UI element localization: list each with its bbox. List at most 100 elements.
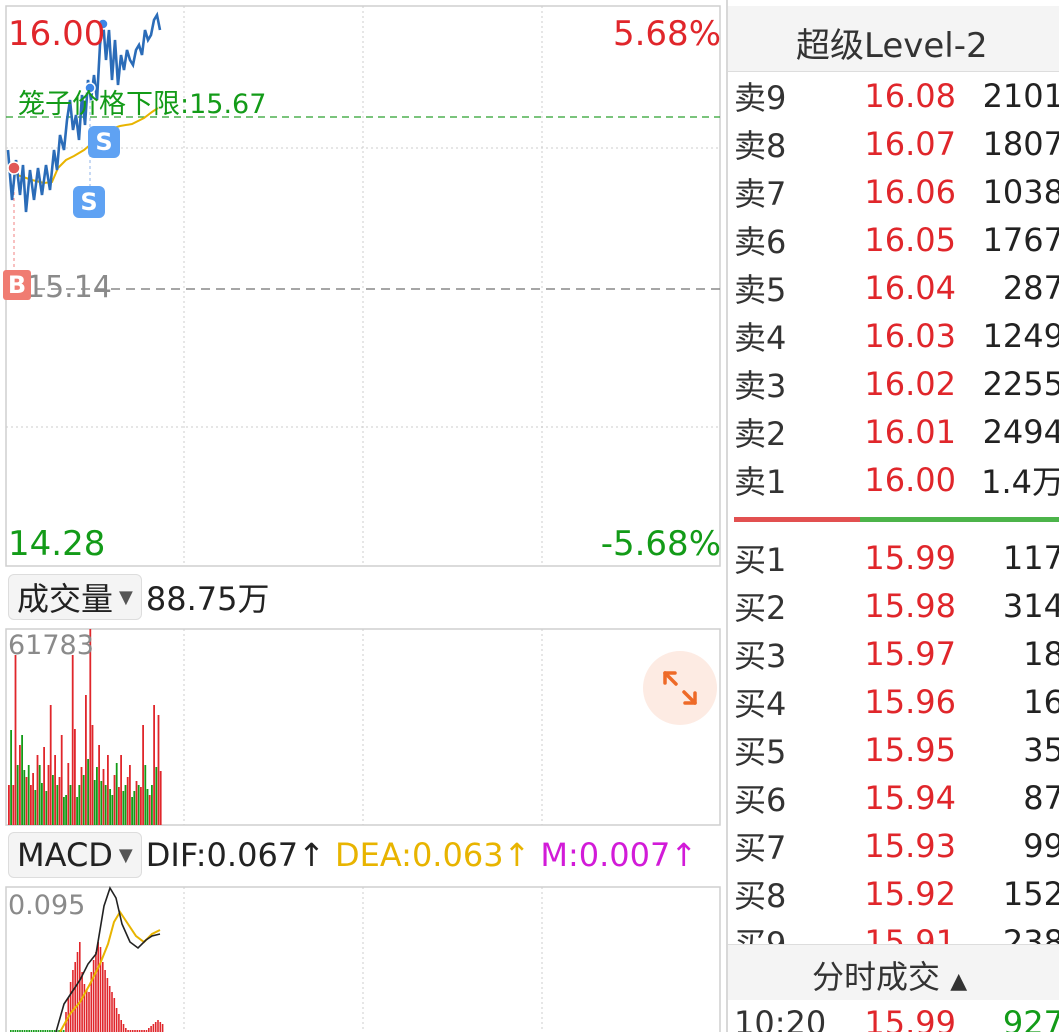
ask-row[interactable]: 卖1 16.00 1.4万 <box>734 456 1059 504</box>
macd-bar <box>69 982 72 1032</box>
volume-bar <box>23 770 26 825</box>
bid-row[interactable]: 买4 15.96 16 <box>734 678 1059 726</box>
ask-level-label: 卖8 <box>734 127 787 165</box>
sell-marker[interactable]: S <box>88 126 120 158</box>
expand-arrows-icon <box>663 671 697 705</box>
tick-qty: 927 <box>1002 1004 1059 1032</box>
volume-chart[interactable] <box>0 626 726 826</box>
macd-max-label: 0.095 <box>8 890 86 921</box>
ask-row[interactable]: 卖8 16.07 1807 <box>734 120 1059 168</box>
collapse-triangle-icon[interactable]: ▲ <box>950 969 967 994</box>
macd-bar <box>72 970 74 1032</box>
ask-quantity: 287 <box>1002 269 1059 307</box>
high-price-label: 16.00 <box>8 14 106 54</box>
volume-bar <box>63 797 65 825</box>
volume-bar <box>135 781 138 825</box>
dif-value: DIF:0.067 <box>145 836 299 874</box>
cage-limit-label: 笼子价格下限:15.67 <box>18 89 267 120</box>
volume-bar <box>122 791 125 825</box>
volume-bar <box>100 781 103 825</box>
macd-chart[interactable] <box>0 884 726 1032</box>
volume-bar <box>49 705 52 825</box>
volume-bar <box>129 765 131 825</box>
macd-bar <box>81 972 83 1032</box>
macd-bar <box>150 1026 152 1032</box>
volume-bar <box>104 785 107 825</box>
bid-row[interactable]: 买1 15.99 117 <box>734 534 1059 582</box>
macd-bar <box>92 960 95 1032</box>
macd-bar <box>76 952 79 1032</box>
m-up-arrow-icon: ↑ <box>670 836 698 874</box>
ask-quantity: 1038 <box>982 173 1059 211</box>
tick-time: 10:20 <box>734 1004 827 1032</box>
bid-row[interactable]: 买7 15.93 99 <box>734 822 1059 870</box>
ask-price: 16.03 <box>864 317 956 355</box>
bid-quantity: 16 <box>1023 683 1059 721</box>
macd-select-label: MACD <box>17 836 113 874</box>
volume-select-label: 成交量 <box>17 580 114 618</box>
volume-indicator-select[interactable]: 成交量 ▼ <box>8 574 142 620</box>
ask-level-label: 卖1 <box>734 463 787 501</box>
volume-bar <box>140 787 142 825</box>
ask-price: 16.06 <box>864 173 956 211</box>
bid-row[interactable]: 买8 15.92 152 <box>734 870 1059 918</box>
volume-bar <box>146 789 149 825</box>
ask-row[interactable]: 卖5 16.04 287 <box>734 264 1059 312</box>
macd-bar <box>148 1028 150 1032</box>
ask-price: 16.02 <box>864 365 956 403</box>
volume-bar <box>93 780 96 825</box>
macd-bar <box>152 1024 155 1032</box>
ask-row[interactable]: 卖4 16.03 1249 <box>734 312 1059 360</box>
ask-row[interactable]: 卖7 16.06 1038 <box>734 168 1059 216</box>
volume-bar <box>107 755 109 825</box>
tick-section-title: 分时成交 ▲ <box>812 952 967 998</box>
ask-row[interactable]: 卖2 16.01 2494 <box>734 408 1059 456</box>
sell-marker[interactable]: S <box>73 186 105 218</box>
ask-row[interactable]: 卖3 16.02 2255 <box>734 360 1059 408</box>
bid-price: 15.93 <box>864 827 956 865</box>
bid-quantity: 99 <box>1023 827 1059 865</box>
volume-bar <box>78 785 81 825</box>
bid-price: 15.96 <box>864 683 956 721</box>
dea-up-arrow-icon: ↑ <box>503 836 531 874</box>
volume-bar <box>142 725 144 825</box>
ask-level-label: 卖6 <box>734 223 787 261</box>
bid-row[interactable]: 买5 15.95 35 <box>734 726 1059 774</box>
dropdown-triangle-icon: ▼ <box>118 844 133 866</box>
bid-quantity: 314 <box>1002 587 1059 625</box>
volume-bar <box>74 729 76 825</box>
volume-bar <box>126 777 129 825</box>
volume-bar <box>131 797 133 825</box>
volume-bar <box>118 787 120 825</box>
bid-ask-ratio-bar <box>734 517 1059 522</box>
volume-bar <box>137 785 140 825</box>
volume-bar <box>157 715 160 825</box>
tick-price: 15.99 <box>864 1004 956 1032</box>
macd-bar <box>102 962 104 1032</box>
volume-max-label: 61783 <box>8 630 94 661</box>
ask-row[interactable]: 卖6 16.05 1767 <box>734 216 1059 264</box>
prev-close-label: 15.14 <box>26 270 112 305</box>
m-value: M:0.007 <box>540 836 671 874</box>
volume-bar <box>43 747 45 825</box>
bid-quantity: 152 <box>1002 875 1059 913</box>
volume-bar <box>71 655 74 825</box>
macd-bar <box>106 978 109 1032</box>
volume-bar <box>109 789 111 825</box>
bid-row[interactable]: 买3 15.97 18 <box>734 630 1059 678</box>
buy-marker[interactable]: B <box>3 270 31 300</box>
volume-bar <box>124 785 127 825</box>
bid-level-label: 买4 <box>734 685 787 723</box>
macd-indicator-select[interactable]: MACD ▼ <box>8 832 142 878</box>
bid-row[interactable]: 买2 15.98 314 <box>734 582 1059 630</box>
macd-bar <box>104 970 106 1032</box>
ask-row[interactable]: 卖9 16.08 2101 <box>734 72 1059 120</box>
bid-row[interactable]: 买6 15.94 87 <box>734 774 1059 822</box>
volume-bar <box>36 755 39 825</box>
macd-bar <box>108 986 111 1032</box>
ask-level-label: 卖5 <box>734 271 787 309</box>
volume-bar <box>91 725 94 825</box>
expand-button[interactable] <box>643 651 717 725</box>
bid-level-label: 买1 <box>734 541 787 579</box>
ask-level-label: 卖9 <box>734 79 787 117</box>
